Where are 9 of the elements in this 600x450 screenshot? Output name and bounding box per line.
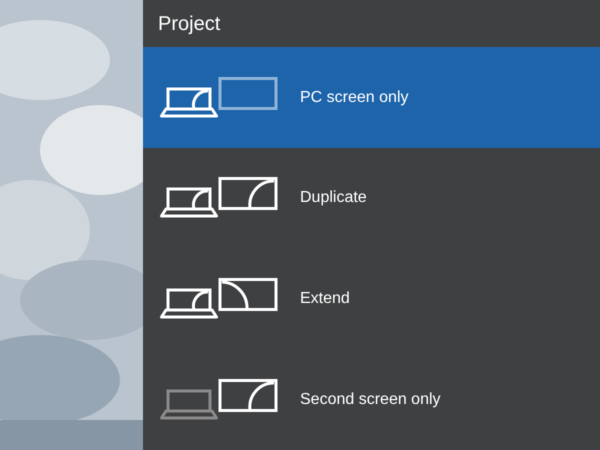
display-mode-icon xyxy=(160,177,278,220)
display-mode-icon xyxy=(160,76,278,119)
display-mode-icon xyxy=(160,378,278,421)
display-mode-option[interactable]: Second screen only xyxy=(143,349,600,450)
display-mode-option[interactable]: Duplicate xyxy=(143,148,600,249)
display-mode-icon xyxy=(160,278,278,320)
display-mode-option[interactable]: Extend xyxy=(143,248,600,350)
display-mode-option[interactable]: PC screen only xyxy=(143,47,600,148)
panel-title: Project xyxy=(158,12,220,37)
